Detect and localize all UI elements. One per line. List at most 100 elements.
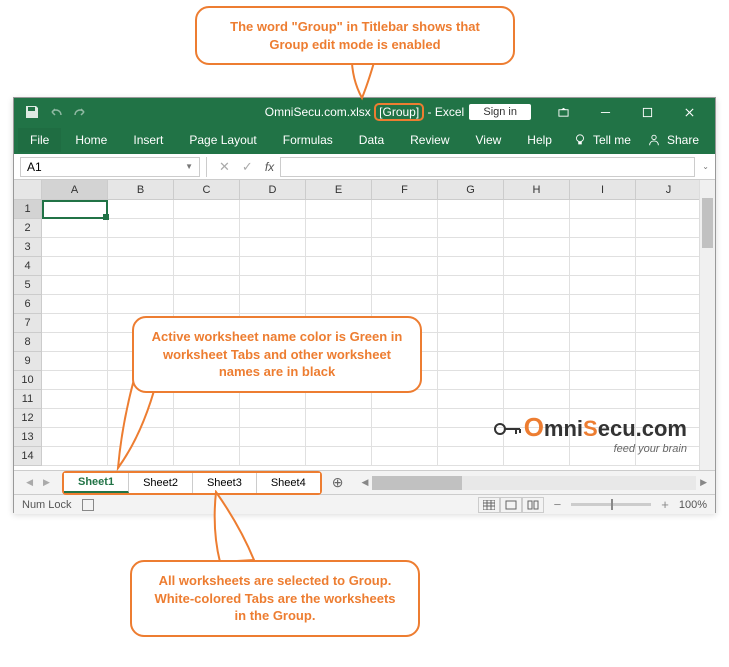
row-header[interactable]: 8 [14,333,42,352]
row-header[interactable]: 7 [14,314,42,333]
minimize-icon[interactable] [585,99,625,125]
share-icon [647,133,661,147]
row-header[interactable]: 3 [14,238,42,257]
title-filename: OmniSecu.com.xlsx [265,105,371,119]
col-header[interactable]: I [570,180,636,200]
zoom-level[interactable]: 100% [679,499,707,511]
close-icon[interactable] [669,99,709,125]
vertical-scroll-thumb[interactable] [702,198,713,248]
redo-icon[interactable] [72,104,88,120]
tellme-icon [573,133,587,147]
ribbon-tabs: File Home Insert Page Layout Formulas Da… [14,126,715,154]
page-break-view-icon[interactable] [522,497,544,513]
row-header[interactable]: 2 [14,219,42,238]
row-header[interactable]: 11 [14,390,42,409]
hscroll-left-icon[interactable]: ◀ [361,477,368,488]
tab-data-label: Data [359,133,384,147]
formula-bar-input[interactable] [280,157,695,177]
col-header[interactable]: B [108,180,174,200]
col-header[interactable]: J [636,180,702,200]
share-button[interactable]: Share [665,128,711,152]
col-header[interactable]: H [504,180,570,200]
name-box[interactable]: A1 ▼ [20,157,200,177]
col-header[interactable]: G [438,180,504,200]
row-header[interactable]: 9 [14,352,42,371]
fx-icon[interactable]: fx [259,160,280,174]
col-header[interactable]: D [240,180,306,200]
hscroll-track[interactable] [372,476,696,490]
page-layout-view-icon[interactable] [500,497,522,513]
zoom-slider[interactable] [571,503,651,506]
sheet-tab-label: Sheet4 [271,477,306,489]
hscroll-thumb[interactable] [372,476,462,490]
sheet-tabs-row: ◀▶ Sheet1 Sheet2 Sheet3 Sheet4 ⊕ ◀ ▶ [14,470,715,494]
maximize-icon[interactable] [627,99,667,125]
row-header[interactable]: 1 [14,200,42,219]
callout-middle: Active worksheet name color is Green in … [132,316,422,393]
tab-file-label: File [30,133,49,147]
callout-bottom-text: All worksheets are selected to Group. Wh… [154,573,395,623]
row-header[interactable]: 13 [14,428,42,447]
watermark-logo: OmniSecu.com feed your brain [494,412,687,455]
tellme-button[interactable]: Tell me [591,128,643,152]
tab-formulas-label: Formulas [283,133,333,147]
cancel-formula-icon[interactable]: ✕ [213,159,236,175]
row-header[interactable]: 5 [14,276,42,295]
share-label: Share [667,133,699,147]
sheet-nav-arrows[interactable]: ◀▶ [14,477,62,488]
hscroll-right-icon[interactable]: ▶ [700,477,707,488]
tab-data[interactable]: Data [347,128,396,152]
sheet-tab-label: Sheet3 [207,477,242,489]
ribbon-display-options-icon[interactable] [543,99,583,125]
row-header[interactable]: 4 [14,257,42,276]
tab-formulas[interactable]: Formulas [271,128,345,152]
vertical-scrollbar[interactable] [699,180,715,470]
quick-access-toolbar [14,104,88,120]
callout-middle-text: Active worksheet name color is Green in … [152,329,403,379]
signin-button[interactable]: Sign in [469,104,531,120]
tab-page-layout-label: Page Layout [189,133,256,147]
callout-bottom-tail [210,490,270,564]
normal-view-icon[interactable] [478,497,500,513]
name-box-dropdown-icon[interactable]: ▼ [179,162,199,171]
col-header[interactable]: A [42,180,108,200]
tab-home[interactable]: Home [63,128,119,152]
callout-top-text: The word "Group" in Titlebar shows that … [230,19,480,52]
horizontal-scrollbar[interactable]: ◀ ▶ [353,476,715,490]
tab-insert-label: Insert [133,133,163,147]
sheet-tab-label: Sheet1 [78,476,114,488]
row-header[interactable]: 6 [14,295,42,314]
active-cell-indicator [42,200,108,219]
undo-icon[interactable] [48,104,64,120]
tab-page-layout[interactable]: Page Layout [177,128,268,152]
save-icon[interactable] [24,104,40,120]
callout-bottom: All worksheets are selected to Group. Wh… [130,560,420,637]
col-header[interactable]: F [372,180,438,200]
zoom-in-icon[interactable]: + [661,497,669,512]
row-header[interactable]: 14 [14,447,42,466]
tab-file[interactable]: File [18,128,61,152]
sheet-nav-prev-icon[interactable]: ◀ [26,477,33,488]
col-header[interactable]: E [306,180,372,200]
tab-review[interactable]: Review [398,128,461,152]
zoom-out-icon[interactable]: − [554,497,562,512]
tellme-label: Tell me [593,133,631,147]
titlebar: OmniSecu.com.xlsx [Group] - Excel Sign i… [14,98,715,126]
formula-expand-icon[interactable]: ⌄ [702,162,709,171]
row-header[interactable]: 10 [14,371,42,390]
select-all-corner[interactable] [14,180,42,200]
tab-view-label: View [476,133,502,147]
sheet-nav-next-icon[interactable]: ▶ [43,477,50,488]
macro-record-icon[interactable] [82,499,94,511]
sheet-tab-1[interactable]: Sheet1 [64,473,129,493]
tab-help[interactable]: Help [515,128,564,152]
tab-insert[interactable]: Insert [121,128,175,152]
sheet-tab-2[interactable]: Sheet2 [129,473,193,493]
new-sheet-button[interactable]: ⊕ [322,474,354,491]
sheet-tab-label: Sheet2 [143,477,178,489]
tab-view[interactable]: View [464,128,514,152]
enter-formula-icon[interactable]: ✓ [236,159,259,175]
column-headers: A B C D E F G H I J [42,180,699,200]
col-header[interactable]: C [174,180,240,200]
row-header[interactable]: 12 [14,409,42,428]
